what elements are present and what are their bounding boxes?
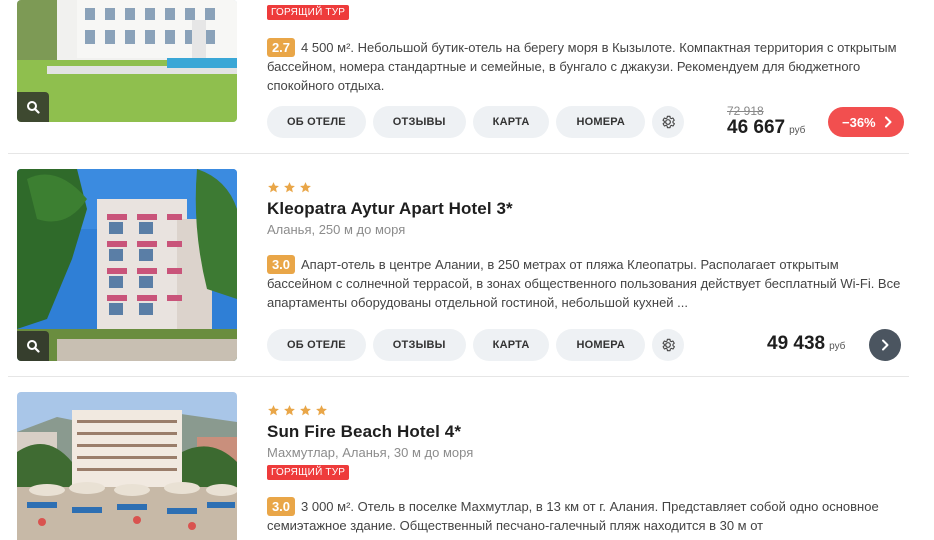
hotel-name[interactable]: Kleopatra Aytur Apart Hotel 3* (267, 199, 513, 219)
gear-icon (662, 338, 675, 352)
price-value: 49 438 (767, 333, 826, 354)
chevron-right-icon (884, 116, 892, 128)
card-divider (8, 376, 909, 377)
hot-tour-badge: ГОРЯЩИЙ ТУР (267, 5, 350, 20)
map-button[interactable]: КАРТА (472, 106, 550, 138)
rooms-button[interactable]: НОМЕРА (556, 329, 645, 361)
hot-tour-badge: ГОРЯЩИЙ ТУР (267, 465, 350, 480)
hotel-description: 3 000 м². Отель в поселке Махмутлар, в 1… (267, 497, 907, 540)
hotel-description: 4 500 м². Небольшой бутик-отель на берег… (267, 38, 907, 95)
reviews-button[interactable]: ОТЗЫВЫ (372, 106, 466, 138)
hotel-stars (267, 181, 312, 194)
zoom-button[interactable] (17, 331, 49, 361)
magnifier-icon (27, 340, 40, 353)
star-icon (268, 182, 279, 193)
star-icon (284, 182, 295, 193)
hotel-image (17, 169, 237, 361)
hotel-location: Аланья, 250 м до моря (267, 222, 406, 237)
description-text: 3 000 м². Отель в поселке Махмутлар, в 1… (267, 499, 879, 533)
settings-button[interactable] (652, 329, 684, 361)
hotel-name[interactable]: Sun Fire Beach Hotel 4* (267, 422, 461, 442)
hotel-photo-1[interactable] (17, 0, 237, 122)
settings-button[interactable] (652, 106, 684, 138)
go-to-hotel-button[interactable] (869, 329, 901, 361)
reviews-button[interactable]: ОТЗЫВЫ (372, 329, 466, 361)
discount-button[interactable]: −36% (828, 107, 904, 137)
hotel-actions: ОБ ОТЕЛЕ ОТЗЫВЫ КАРТА НОМЕРА (267, 329, 684, 361)
hotel-description: Апарт-отель в центре Алании, в 250 метра… (267, 255, 907, 312)
magnifier-icon (27, 101, 40, 114)
hotel-image (17, 0, 237, 122)
about-hotel-button[interactable]: ОБ ОТЕЛЕ (267, 106, 366, 138)
gear-icon (662, 115, 675, 129)
price-currency: руб (829, 341, 846, 352)
rooms-button[interactable]: НОМЕРА (556, 106, 645, 138)
hotel-image (17, 392, 237, 540)
hotel-photo-2[interactable] (17, 169, 237, 361)
star-icon (268, 405, 279, 416)
price: 46 667 руб (727, 117, 805, 139)
description-text: Апарт-отель в центре Алании, в 250 метра… (267, 257, 901, 310)
map-button[interactable]: КАРТА (472, 329, 550, 361)
chevron-right-icon (882, 339, 889, 351)
discount-label: −36% (842, 114, 876, 130)
old-price: 72 918 (727, 104, 764, 118)
zoom-button[interactable] (17, 92, 49, 122)
description-text: 4 500 м². Небольшой бутик-отель на берег… (267, 40, 897, 93)
hotel-actions: ОБ ОТЕЛЕ ОТЗЫВЫ КАРТА НОМЕРА (267, 106, 684, 138)
star-icon (300, 405, 311, 416)
about-hotel-button[interactable]: ОБ ОТЕЛЕ (267, 329, 366, 361)
hotel-stars (267, 404, 328, 417)
hotel-photo-3[interactable] (17, 392, 237, 540)
price: 49 438 руб (767, 333, 845, 355)
price-currency: руб (789, 125, 806, 136)
card-divider (8, 153, 909, 154)
hotel-location: Махмутлар, Аланья, 30 м до моря (267, 445, 474, 460)
star-icon (300, 182, 311, 193)
star-icon (316, 405, 327, 416)
price-value: 46 667 (727, 117, 786, 138)
star-icon (284, 405, 295, 416)
